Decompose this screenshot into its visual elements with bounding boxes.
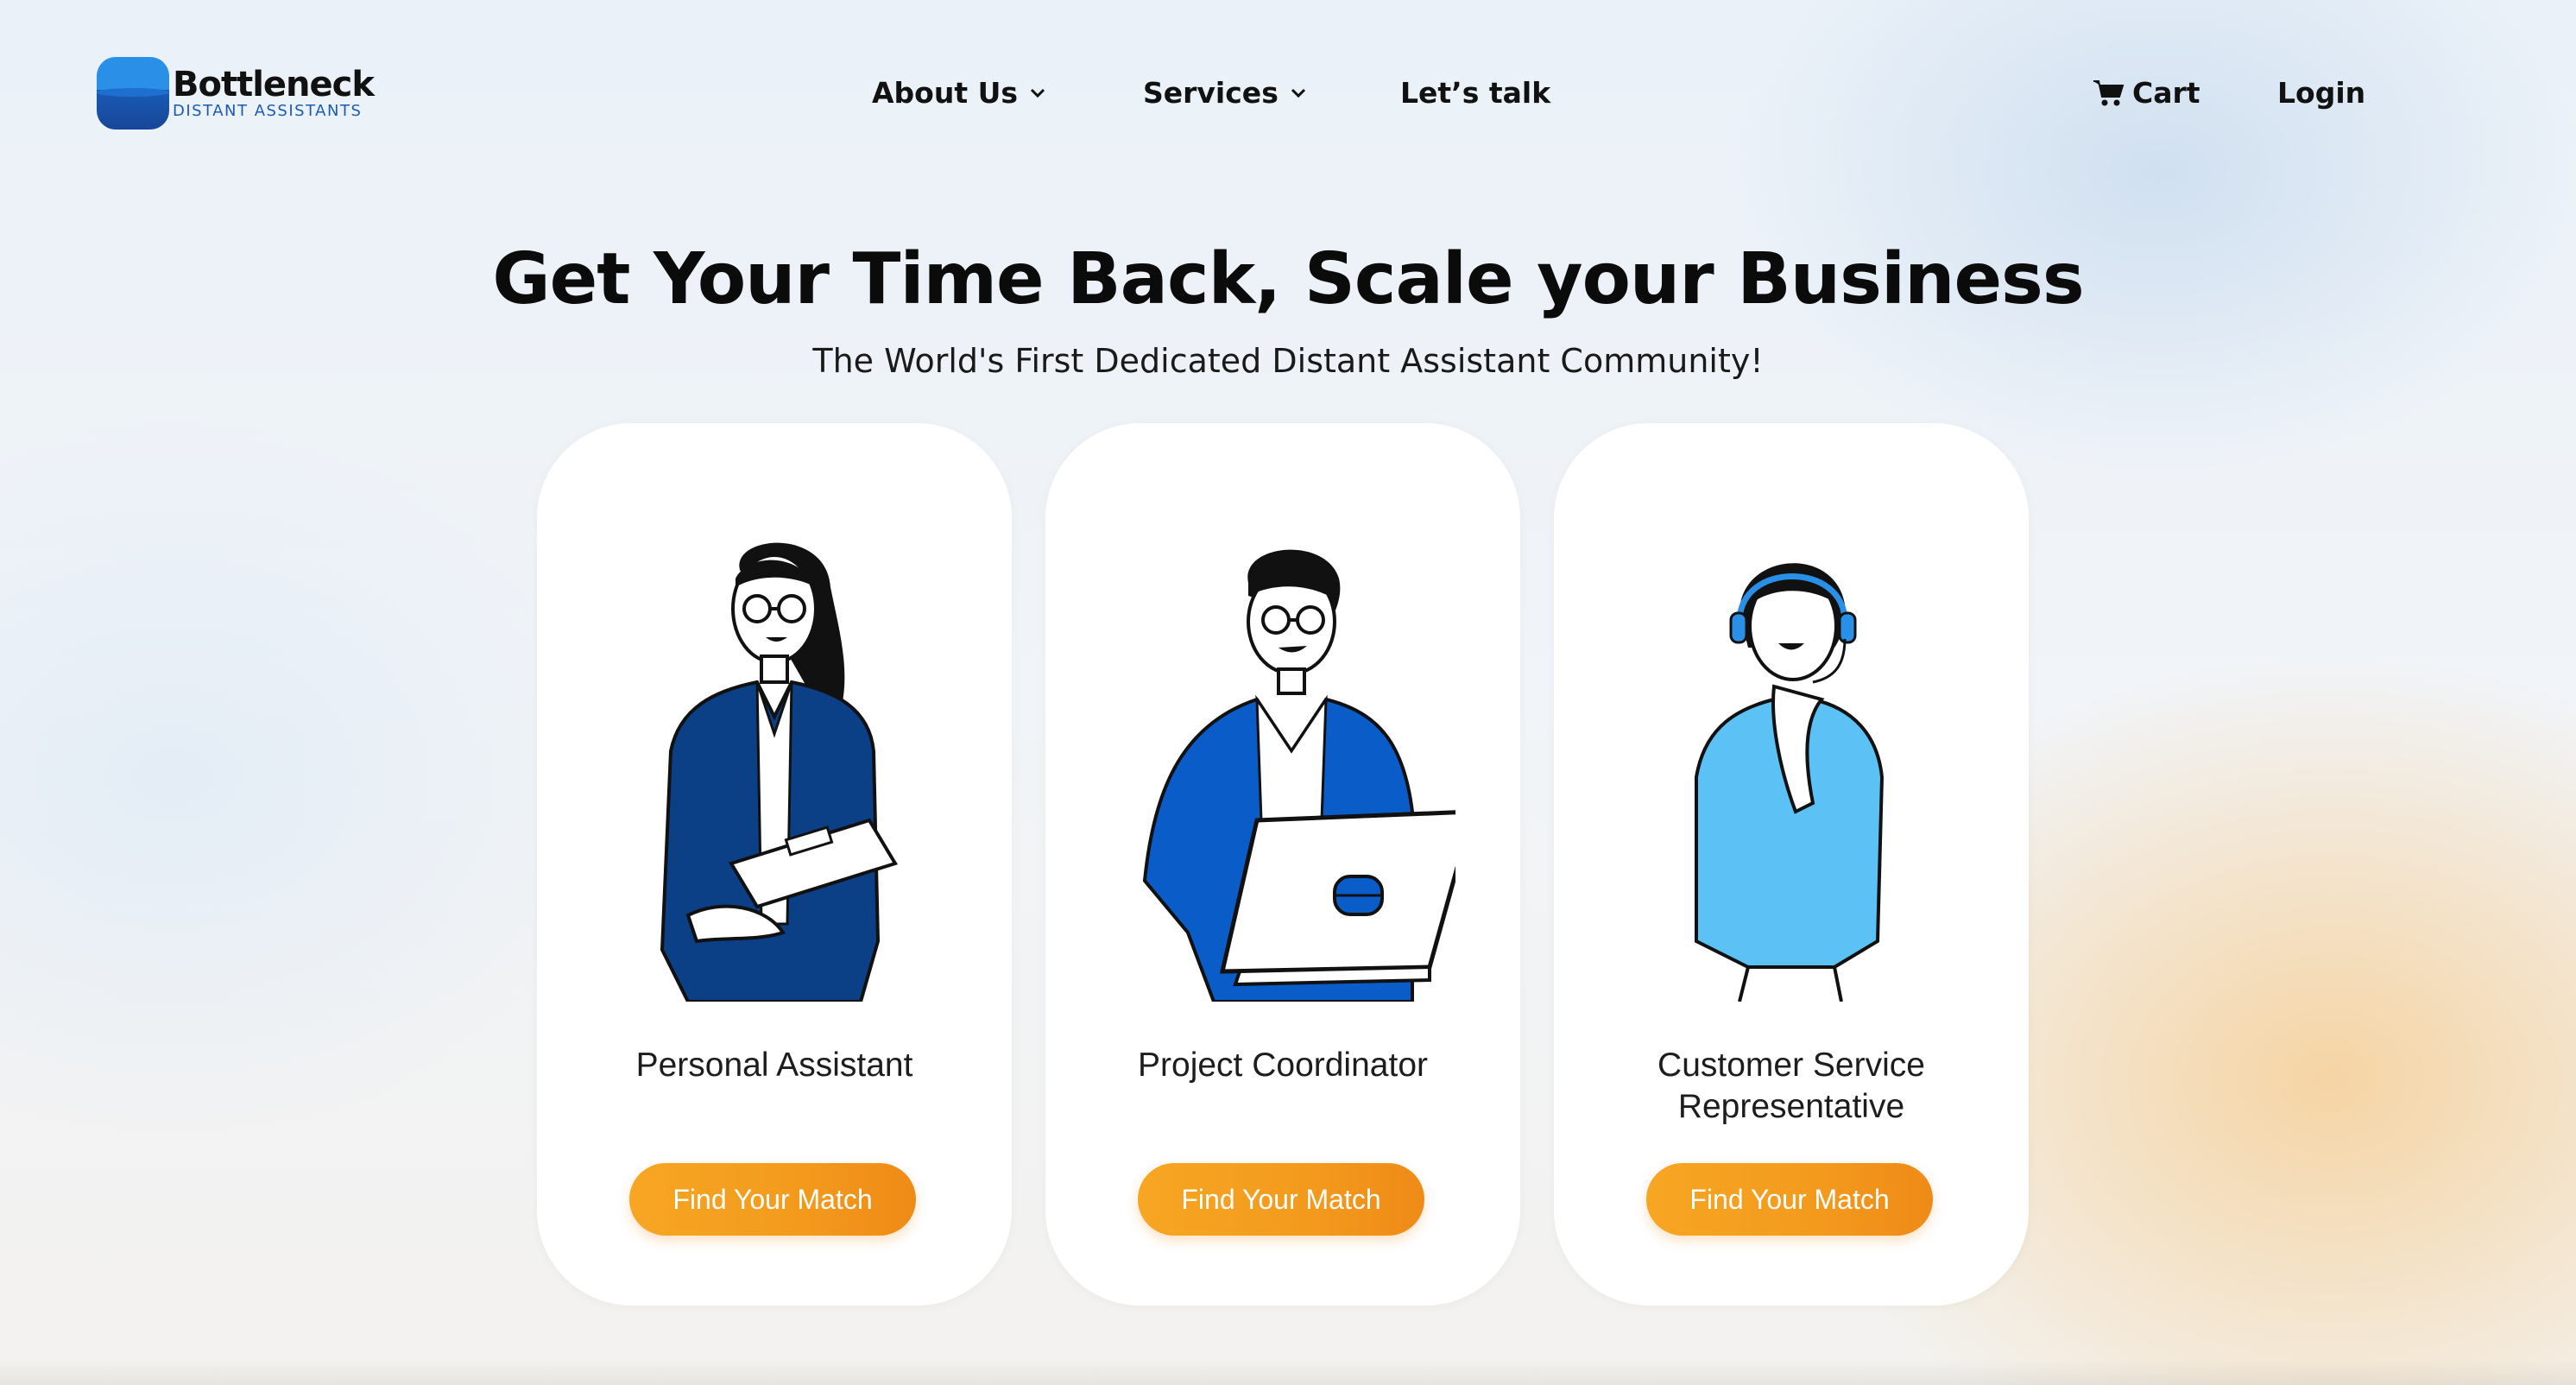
find-your-match-button[interactable]: Find Your Match	[629, 1163, 916, 1236]
logo-mark-icon	[97, 57, 169, 130]
nav-lets-talk[interactable]: Let’s talk	[1400, 76, 1550, 110]
woman-with-headset-icon	[1695, 563, 1885, 1002]
chevron-down-icon	[1030, 88, 1045, 98]
find-your-match-button[interactable]: Find Your Match	[1646, 1163, 1933, 1236]
card-customer-service-representative: Customer Service Representative Find You…	[1554, 423, 2029, 1306]
nav-about-us[interactable]: About Us	[872, 76, 1045, 110]
card-personal-assistant: Personal Assistant Find Your Match	[537, 423, 1012, 1306]
card-title: Project Coordinator	[1138, 1047, 1428, 1084]
card-title: Customer Service Representative	[1657, 1047, 1925, 1125]
nav-cart-label: Cart	[2132, 76, 2200, 110]
nav-login-label: Login	[2277, 76, 2366, 110]
chevron-down-icon	[1291, 88, 1305, 98]
hero-subtitle: The World's First Dedicated Distant Assi…	[812, 342, 1764, 380]
cart-icon	[2093, 79, 2125, 105]
card-title: Personal Assistant	[635, 1047, 913, 1084]
nav-login[interactable]: Login	[2277, 76, 2365, 110]
bottom-edge-shadow	[0, 1359, 2576, 1385]
card-project-coordinator: Project Coordinator Find Your Match	[1045, 423, 1520, 1306]
brand-logo[interactable]: Bottleneck DISTANT ASSISTANTS	[97, 57, 375, 130]
woman-with-clipboard-icon	[660, 542, 899, 1002]
brand-tagline: DISTANT ASSISTANTS	[173, 102, 363, 120]
logo-text: Bottleneck DISTANT ASSISTANTS	[173, 65, 375, 120]
brand-name: Bottleneck	[173, 65, 375, 104]
find-your-match-button[interactable]: Find Your Match	[1138, 1163, 1424, 1236]
nav-lets-talk-label: Let’s talk	[1400, 76, 1551, 110]
hero-title: Get Your Time Back, Scale your Business	[492, 238, 2084, 320]
nav-services-label: Services	[1143, 76, 1279, 110]
nav-cart[interactable]: Cart	[2093, 76, 2200, 110]
nav-about-us-label: About Us	[872, 76, 1019, 110]
nav-services[interactable]: Services	[1143, 76, 1306, 110]
man-with-laptop-icon	[1142, 549, 1455, 1002]
